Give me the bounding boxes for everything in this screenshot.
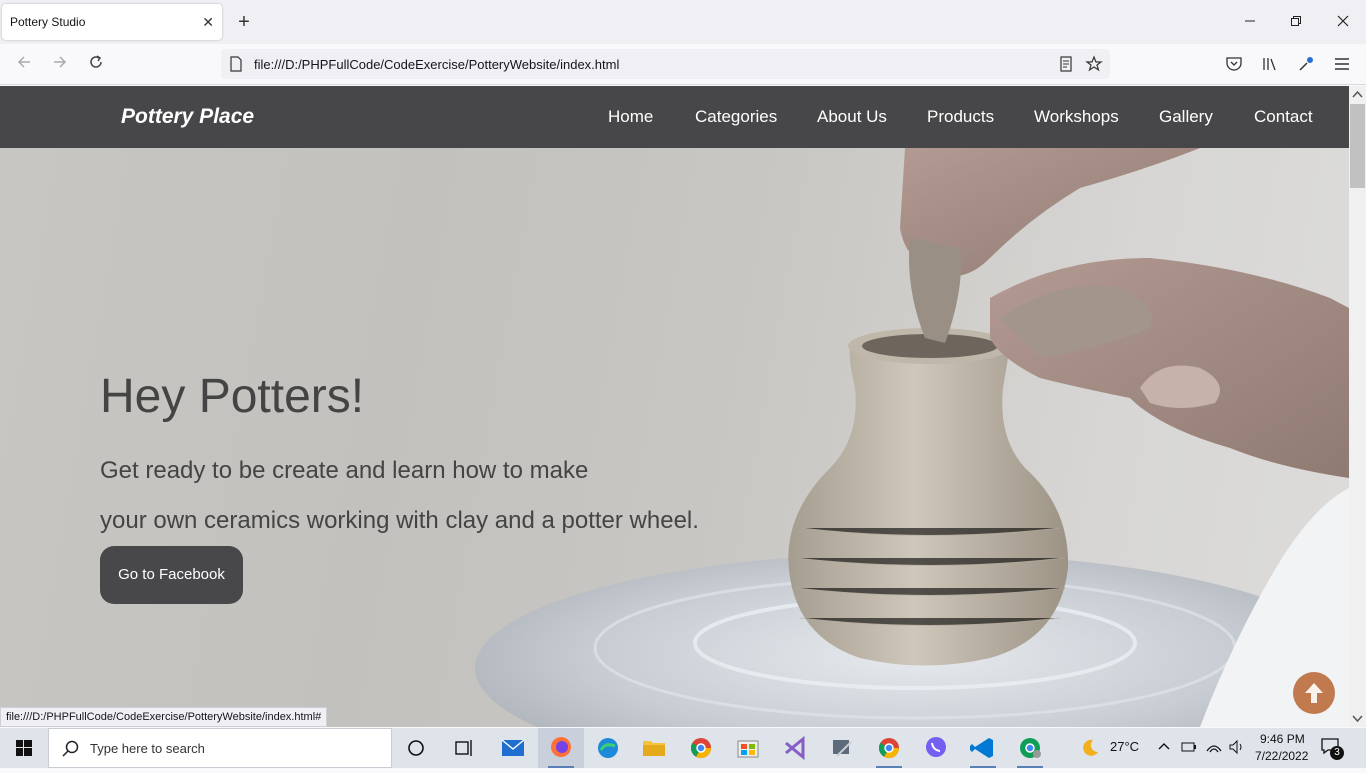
chrome-app-icon-2[interactable] <box>866 728 912 768</box>
new-tab-plus-icon[interactable]: + <box>234 12 254 32</box>
tool-app-icon[interactable] <box>819 728 865 768</box>
close-tab-icon[interactable]: ✕ <box>202 14 214 30</box>
menu-workshops[interactable]: Workshops <box>1034 107 1119 127</box>
scroll-up-icon[interactable] <box>1352 89 1363 100</box>
volume-icon[interactable] <box>1228 739 1246 755</box>
visual-studio-icon[interactable] <box>772 728 818 768</box>
browser-tab[interactable]: Pottery Studio ✕ <box>2 4 222 40</box>
hamburger-menu-icon[interactable] <box>1333 55 1351 73</box>
firefox-app-icon[interactable] <box>538 728 584 768</box>
menu-categories[interactable]: Categories <box>695 107 777 127</box>
scroll-thumb[interactable] <box>1350 104 1365 188</box>
menu-products[interactable]: Products <box>927 107 994 127</box>
weather-temp[interactable]: 27°C <box>1110 739 1139 754</box>
taskbar: Type here to search 27°C 9:46 PM 7/22/20… <box>0 728 1366 768</box>
scroll-down-icon[interactable] <box>1352 713 1363 724</box>
hero-text-line-2: your own ceramics working with clay and … <box>100 507 699 534</box>
minimize-icon[interactable] <box>1240 12 1260 32</box>
url-bar[interactable]: file:///D:/PHPFullCode/CodeExercise/Pott… <box>221 49 1110 79</box>
url-text[interactable]: file:///D:/PHPFullCode/CodeExercise/Pott… <box>254 57 619 72</box>
pocket-icon[interactable] <box>1225 55 1243 73</box>
scroll-to-top-button[interactable] <box>1293 672 1335 714</box>
eyedropper-icon[interactable] <box>1297 55 1315 73</box>
site-brand[interactable]: Pottery Place <box>121 105 254 129</box>
menu-home[interactable]: Home <box>608 107 653 127</box>
task-view-icon[interactable] <box>440 728 486 768</box>
restore-icon[interactable] <box>1286 12 1306 32</box>
clock-time[interactable]: 9:46 PM <box>1260 732 1305 746</box>
chevron-up-icon[interactable] <box>1158 741 1170 753</box>
clock-date[interactable]: 7/22/2022 <box>1255 749 1308 763</box>
search-placeholder: Type here to search <box>90 741 205 756</box>
file-explorer-icon[interactable] <box>631 728 677 768</box>
page-icon <box>230 56 242 72</box>
reload-icon[interactable] <box>85 54 107 76</box>
page-scrollbar[interactable] <box>1349 86 1366 727</box>
menu-gallery[interactable]: Gallery <box>1159 107 1213 127</box>
reader-view-icon[interactable] <box>1057 55 1075 73</box>
site-header: Pottery Place Home Categories About Us P… <box>0 86 1349 148</box>
pottery-wheel-image <box>475 148 1349 727</box>
taskbar-search[interactable]: Type here to search <box>48 728 392 768</box>
battery-icon[interactable] <box>1180 739 1198 755</box>
forward-arrow-icon[interactable] <box>49 54 71 76</box>
tab-strip: Pottery Studio ✕ + <box>0 0 1366 44</box>
hero-section: Hey Potters! Get ready to be create and … <box>0 148 1349 727</box>
library-icon[interactable] <box>1261 55 1279 73</box>
tab-title: Pottery Studio <box>10 15 86 29</box>
back-arrow-icon[interactable] <box>13 54 35 76</box>
page-viewport: Pottery Place Home Categories About Us P… <box>0 86 1366 727</box>
wifi-icon[interactable] <box>1205 739 1223 755</box>
notification-count: 3 <box>1330 746 1344 760</box>
bookmark-star-icon[interactable] <box>1085 55 1103 73</box>
chrome-app-icon[interactable] <box>678 728 724 768</box>
edge-app-icon[interactable] <box>585 728 631 768</box>
vscode-app-icon[interactable] <box>960 728 1006 768</box>
cortana-icon[interactable] <box>393 728 439 768</box>
arrow-up-icon <box>1305 683 1323 703</box>
start-button[interactable] <box>0 728 48 768</box>
menu-about-us[interactable]: About Us <box>817 107 887 127</box>
chrome-profile-icon[interactable] <box>1007 728 1053 768</box>
menu-contact[interactable]: Contact <box>1254 107 1313 127</box>
status-url: file:///D:/PHPFullCode/CodeExercise/Pott… <box>0 707 328 727</box>
hero-text-line-1: Get ready to be create and learn how to … <box>100 457 589 484</box>
hero-title: Hey Potters! <box>100 370 365 423</box>
moon-weather-icon[interactable] <box>1080 738 1100 758</box>
go-to-facebook-button[interactable]: Go to Facebook <box>100 546 243 604</box>
search-icon <box>62 740 79 757</box>
notification-center-icon[interactable]: 3 <box>1320 736 1346 760</box>
viber-app-icon[interactable] <box>913 728 959 768</box>
close-window-icon[interactable] <box>1333 12 1353 32</box>
windows-logo-icon <box>16 740 32 756</box>
store-app-icon[interactable] <box>725 728 771 768</box>
browser-toolbar: file:///D:/PHPFullCode/CodeExercise/Pott… <box>0 44 1366 85</box>
mail-app-icon[interactable] <box>490 728 536 768</box>
